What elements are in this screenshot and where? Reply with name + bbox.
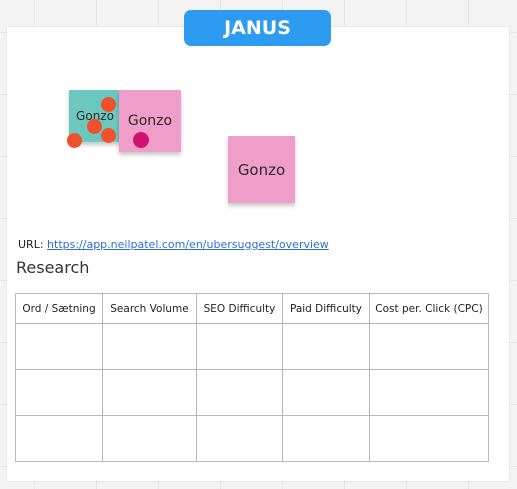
column-header[interactable]: Paid Difficulty <box>282 293 370 324</box>
collaborator-cursor-dot <box>133 132 149 148</box>
table-cell[interactable] <box>282 415 370 462</box>
collaborator-cursor-dot <box>67 133 82 148</box>
sticky-note-text: Gonzo <box>127 113 173 129</box>
table-row <box>15 415 489 462</box>
table-cell[interactable] <box>15 369 103 416</box>
table-cell[interactable] <box>196 323 283 370</box>
collaborator-cursor-dot <box>87 119 102 134</box>
url-link[interactable]: https://app.neilpatel.com/en/ubersuggest… <box>47 238 329 251</box>
table-cell[interactable] <box>15 323 103 370</box>
column-header[interactable]: Search Volume <box>102 293 197 324</box>
table-cell[interactable] <box>282 323 370 370</box>
table-cell[interactable] <box>102 323 197 370</box>
sticky-note-pink[interactable]: Gonzo <box>119 90 181 152</box>
table-cell[interactable] <box>102 415 197 462</box>
table-cell[interactable] <box>369 415 489 462</box>
sticky-note-text: Gonzo <box>237 160 286 179</box>
table-cell[interactable] <box>15 415 103 462</box>
sticky-note-pink[interactable]: Gonzo <box>228 136 295 203</box>
table-cell[interactable] <box>282 369 370 416</box>
table-cell[interactable] <box>369 369 489 416</box>
column-header[interactable]: Ord / Sætning <box>15 293 103 324</box>
column-header[interactable]: SEO Difficulty <box>196 293 283 324</box>
frame-title[interactable]: JANUS <box>184 10 331 46</box>
table-cell[interactable] <box>102 369 197 416</box>
table-row <box>15 369 489 416</box>
research-table: Ord / Sætning Search Volume SEO Difficul… <box>15 293 489 462</box>
collaborator-cursor-dot <box>101 97 116 112</box>
column-header[interactable]: Cost per. Click (CPC) <box>369 293 489 324</box>
frame-title-text: JANUS <box>224 17 291 39</box>
table-row <box>15 323 489 370</box>
url-label: URL: <box>18 238 44 251</box>
table-cell[interactable] <box>196 415 283 462</box>
collaborator-cursor-dot <box>101 128 116 143</box>
table-header-row: Ord / Sætning Search Volume SEO Difficul… <box>15 293 489 324</box>
section-title: Research <box>16 258 90 277</box>
url-text: URL: https://app.neilpatel.com/en/ubersu… <box>18 238 329 251</box>
table-cell[interactable] <box>369 323 489 370</box>
table-cell[interactable] <box>196 369 283 416</box>
